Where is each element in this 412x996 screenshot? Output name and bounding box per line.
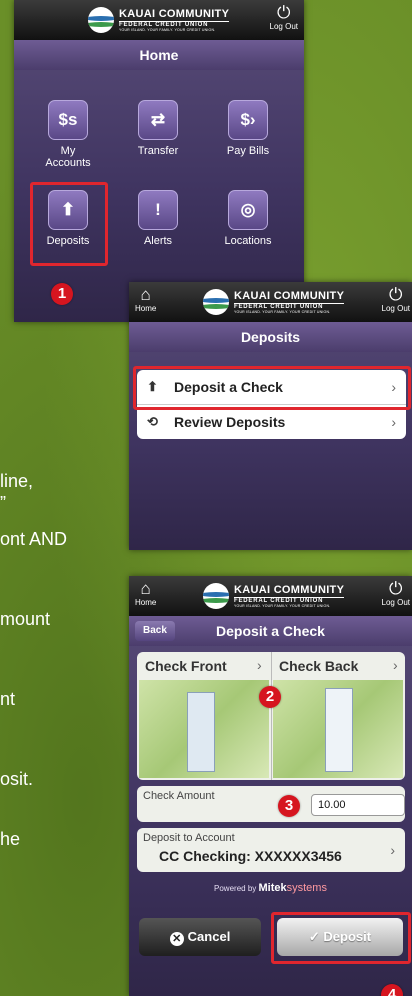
brand-name: KAUAI COMMUNITY [234,290,345,302]
brand-sub: FEDERAL CREDIT UNION [234,303,345,310]
home-label: Home [135,304,157,313]
chevron-right-icon: › [391,414,396,430]
logout-label: Log Out [269,22,298,31]
tile-locations[interactable]: ◎ Locations [218,190,278,247]
brand-logo: KAUAI COMMUNITY FEDERAL CREDIT UNION YOU… [203,288,345,316]
page-title: Home [14,40,304,70]
top-bar: ⌂ Home KAUAI COMMUNITY FEDERAL CREDIT UN… [129,282,412,322]
tile-alerts[interactable]: ! Alerts [128,190,188,247]
transfer-icon: ⇄ [138,100,178,140]
alert-icon: ! [138,190,178,230]
check-front-image[interactable] [139,680,269,778]
amount-label: Check Amount [143,790,215,802]
check-amount-input[interactable]: 10.00 [311,794,405,816]
check-back-image[interactable] [273,680,403,778]
step-1-badge: 1 [51,283,73,305]
review-deposits-icon: ⟲ [147,414,158,429]
top-bar: KAUAI COMMUNITY FEDERAL CREDIT UNION YOU… [14,0,304,40]
brand-tagline: YOUR ISLAND. YOUR FAMILY. YOUR CREDIT UN… [234,310,331,314]
locations-icon: ◎ [228,190,268,230]
brand-tagline: YOUR ISLAND. YOUR FAMILY. YOUR CREDIT UN… [234,604,331,608]
amount-card: Check Amount 10.00 [137,786,405,822]
tile-my-accounts[interactable]: $s My Accounts [38,100,98,169]
logout-label: Log Out [381,304,410,313]
power-icon: ⏻ [389,285,403,304]
check-front-label[interactable]: Check Front [145,658,227,674]
brand-name: KAUAI COMMUNITY [119,8,230,20]
deposits-screen: ⌂ Home KAUAI COMMUNITY FEDERAL CREDIT UN… [129,282,412,550]
tile-pay-bills[interactable]: $› Pay Bills [218,100,278,157]
check-back-thumbnail [325,688,353,772]
logout-button[interactable]: ⏻ Log Out [381,285,410,314]
home-icon: ⌂ [140,579,151,598]
logo-wave-icon [88,7,114,33]
accounts-icon: $s [48,100,88,140]
chevron-right-icon: › [393,657,398,673]
account-select[interactable]: Deposit to Account CC Checking: XXXXXX34… [137,828,405,872]
logout-button[interactable]: ⏻ Log Out [381,579,410,608]
brand-sub: FEDERAL CREDIT UNION [119,21,230,28]
brand-name: KAUAI COMMUNITY [234,584,345,596]
home-button[interactable]: ⌂ Home [135,579,157,608]
step-4-badge: 4 [381,984,403,996]
tile-label: Alerts [143,235,173,247]
pay-bills-icon: $› [228,100,268,140]
chevron-right-icon: › [257,657,262,673]
deposit-check-screen: ⌂ Home KAUAI COMMUNITY FEDERAL CREDIT UN… [129,576,412,996]
cancel-button[interactable]: ✕ Cancel [139,918,261,956]
home-label: Home [135,598,157,607]
mitek-brand: Mitek [258,882,287,894]
account-value: CC Checking: XXXXXX3456 [159,848,342,864]
tile-label: My Accounts [45,145,91,169]
top-bar: ⌂ Home KAUAI COMMUNITY FEDERAL CREDIT UN… [129,576,412,616]
check-back-label[interactable]: Check Back [279,658,358,674]
side-text-5: nt [0,689,16,709]
side-text-4: mount [0,609,51,629]
power-icon: ⏻ [389,579,403,598]
deposits-highlight [30,182,108,266]
step-3-badge: 3 [278,795,300,817]
tile-label: Transfer [137,145,179,157]
cancel-label: Cancel [187,929,231,944]
deposit-highlight [271,912,411,964]
deposit-to-label: Deposit to Account [143,832,235,844]
side-text-1: line, [0,471,34,491]
powered-by: Powered by Miteksystems [129,882,412,894]
logout-button[interactable]: ⏻ Log Out [269,3,298,32]
side-text-7: he [0,829,21,849]
home-screen: KAUAI COMMUNITY FEDERAL CREDIT UNION YOU… [14,0,304,322]
powered-by-label: Powered by [214,884,257,893]
chevron-right-icon: › [390,842,395,858]
power-icon: ⏻ [277,3,291,22]
tile-label: Pay Bills [226,145,270,157]
tile-transfer[interactable]: ⇄ Transfer [128,100,188,157]
brand-tagline: YOUR ISLAND. YOUR FAMILY. YOUR CREDIT UN… [119,28,216,32]
side-text-3: ont AND [0,529,68,549]
brand-logo: KAUAI COMMUNITY FEDERAL CREDIT UNION YOU… [88,6,230,34]
side-text-6: osit. [0,769,34,789]
brand-sub: FEDERAL CREDIT UNION [234,597,345,604]
back-button[interactable]: Back [135,621,175,641]
close-icon: ✕ [169,932,184,946]
tile-label: Locations [224,235,272,247]
step-2-badge: 2 [259,686,281,708]
list-item-label: Review Deposits [174,414,286,430]
logo-wave-icon [203,583,229,609]
logo-wave-icon [203,289,229,315]
logout-label: Log Out [381,598,410,607]
mitek-brand-2: systems [286,882,327,894]
home-icon: ⌂ [140,285,151,304]
list-item-review-deposits[interactable]: ⟲ Review Deposits › [137,405,406,439]
check-images-card: Check Front › Check Back › [137,652,405,780]
deposit-check-highlight [133,366,411,410]
side-text-2: ” [0,493,6,513]
home-button[interactable]: ⌂ Home [135,285,157,314]
check-front-thumbnail [187,692,215,772]
brand-logo: KAUAI COMMUNITY FEDERAL CREDIT UNION YOU… [203,582,345,610]
page-title: Deposits [129,322,412,352]
